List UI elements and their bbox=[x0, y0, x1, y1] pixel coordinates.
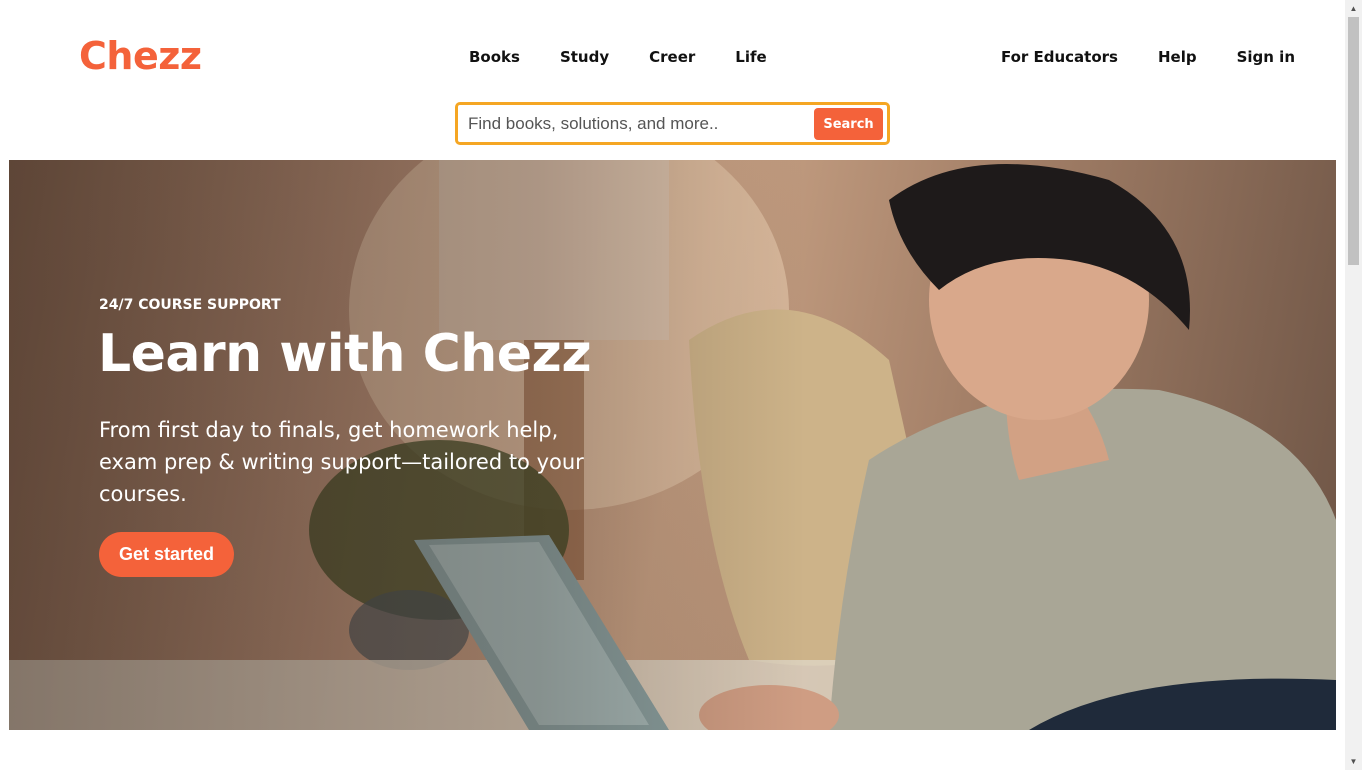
get-started-button[interactable]: Get started bbox=[99, 532, 234, 577]
nav-link-books[interactable]: Books bbox=[469, 47, 520, 67]
page: Chezz Books Study Creer Life For Educato… bbox=[0, 0, 1362, 770]
nav-link-help[interactable]: Help bbox=[1158, 47, 1197, 67]
nav-link-study[interactable]: Study bbox=[560, 47, 609, 67]
nav-link-creer[interactable]: Creer bbox=[649, 47, 695, 67]
vertical-scrollbar[interactable]: ▲ ▼ bbox=[1345, 0, 1362, 770]
secondary-nav: For Educators Help Sign in bbox=[1001, 47, 1295, 67]
search-button[interactable]: Search bbox=[814, 108, 883, 140]
search-input[interactable] bbox=[468, 111, 808, 137]
scroll-up-arrow-icon[interactable]: ▲ bbox=[1345, 0, 1362, 17]
hero-headline: Learn with Chezz bbox=[98, 324, 592, 384]
nav-link-sign-in[interactable]: Sign in bbox=[1237, 47, 1295, 67]
nav-link-for-educators[interactable]: For Educators bbox=[1001, 47, 1118, 67]
hero-eyebrow: 24/7 COURSE SUPPORT bbox=[99, 297, 281, 313]
logo[interactable]: Chezz bbox=[79, 34, 202, 78]
nav-link-life[interactable]: Life bbox=[735, 47, 766, 67]
main-nav: Books Study Creer Life bbox=[469, 47, 767, 67]
hero-subtext: From first day to finals, get homework h… bbox=[99, 418, 584, 506]
search-bar: Search bbox=[455, 102, 890, 145]
scroll-thumb[interactable] bbox=[1348, 17, 1359, 265]
site-header: Chezz Books Study Creer Life For Educato… bbox=[0, 0, 1345, 160]
scroll-down-arrow-icon[interactable]: ▼ bbox=[1345, 753, 1362, 770]
hero-banner: 24/7 COURSE SUPPORT Learn with Chezz Fro… bbox=[9, 160, 1336, 730]
